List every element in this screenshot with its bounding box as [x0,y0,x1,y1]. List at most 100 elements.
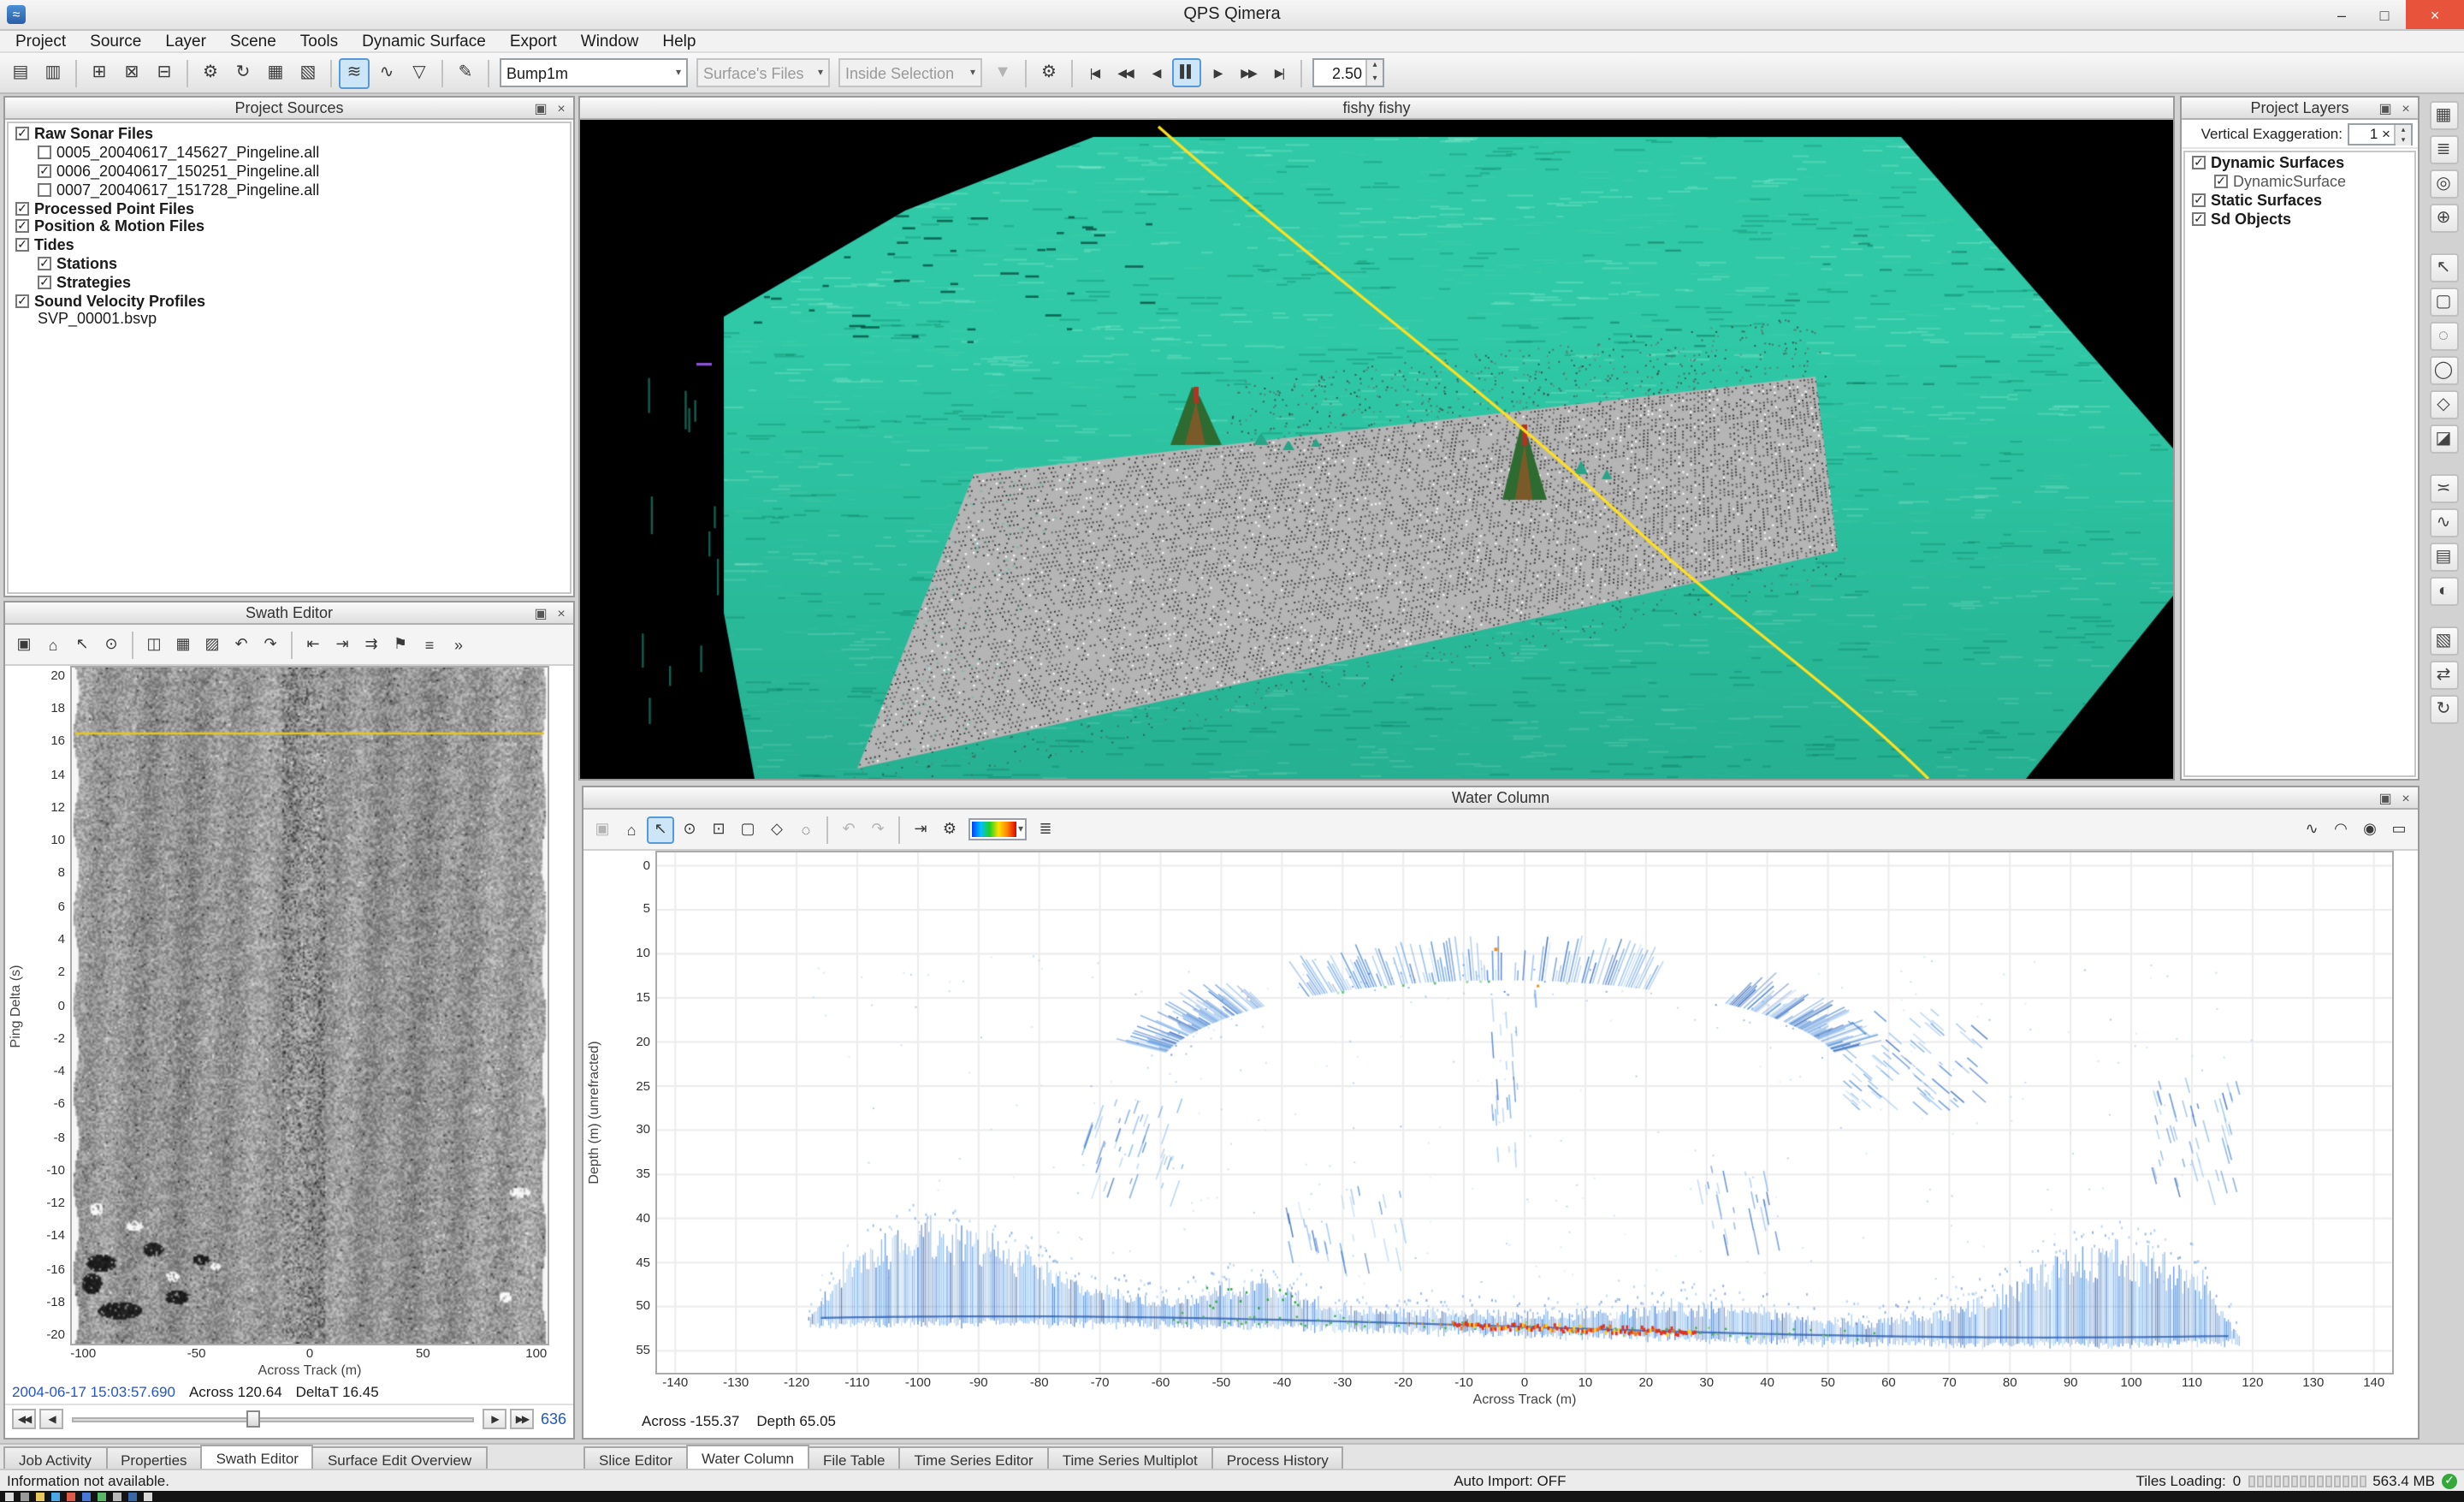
selection-mode-select[interactable]: Inside Selection▾ [838,58,982,87]
checked-checkbox[interactable]: ✓ [15,220,29,234]
tab-slice-editor[interactable]: Slice Editor [583,1446,688,1470]
maximize-button[interactable]: □ [2363,0,2406,29]
beam-step-icon[interactable]: ⇥ [907,816,934,843]
save-icon[interactable]: ▣ [589,816,616,843]
close-panel-icon[interactable]: × [2397,100,2414,116]
fan-display-icon[interactable]: ◠ [2327,816,2354,843]
tree-item-dynamic-surfaces[interactable]: ✓Dynamic Surfaces [2185,154,2414,173]
project-sources-header[interactable]: Project Sources ▣× [5,98,573,120]
previous-flagged-icon[interactable]: ⇤ [299,631,327,658]
player-settings-icon[interactable]: ⚙ [1034,57,1064,88]
project-layers-header[interactable]: Project Layers ▣× [2182,98,2418,120]
menu-item-dynamic-surface[interactable]: Dynamic Surface [350,32,498,50]
checked-checkbox[interactable]: ✓ [15,128,29,141]
play-button[interactable]: ▶ [1203,58,1232,87]
clear-selection-icon[interactable]: ◪ [2429,424,2458,454]
flag-ping-icon[interactable]: ⚑ [387,631,414,658]
save-icon[interactable]: ▣ [10,631,38,658]
swath-editor-toggle-icon[interactable]: ≋ [339,57,370,88]
start-button[interactable] [5,1493,14,1501]
home-view-icon[interactable]: ⌂ [618,816,645,843]
checked-checkbox[interactable]: ✓ [38,276,51,289]
checked-checkbox[interactable]: ✓ [2214,175,2228,188]
float-panel-icon[interactable]: ▣ [2377,100,2394,116]
zoom-icon[interactable]: ⊙ [676,816,703,843]
spin-down-icon[interactable]: ▾ [2396,134,2411,145]
internet-explorer-icon[interactable] [51,1493,60,1501]
tree-item-strategies[interactable]: ✓Strategies [9,273,570,292]
tab-process-history[interactable]: Process History [1211,1446,1344,1470]
spin-up-icon[interactable]: ▴ [1367,60,1383,73]
wc-settings-icon[interactable]: ⚙ [936,816,963,843]
grid-filter-icon[interactable]: ▨ [198,631,226,658]
zoom-extents-icon[interactable]: ⊕ [2429,204,2458,233]
processing-settings-icon[interactable]: ⚙ [195,57,226,88]
tab-properties[interactable]: Properties [105,1446,203,1470]
menu-item-scene[interactable]: Scene [218,32,288,50]
files-scope-select[interactable]: Surface's Files▾ [696,58,830,87]
tree-item-dynamicsurface[interactable]: ✓DynamicSurface [2185,173,2414,192]
tree-item-processed-point-files[interactable]: ✓Processed Point Files [9,199,570,217]
tree-item-svp-00001-bsvp[interactable]: SVP_00001.bsvp [9,310,570,329]
tree-item-tides[interactable]: ✓Tides [9,236,570,255]
stack-mode-icon[interactable]: ≣ [1032,816,1059,843]
checked-checkbox[interactable]: ✓ [2192,212,2206,226]
checked-checkbox[interactable]: ✓ [15,238,29,252]
more-tools-icon[interactable]: » [445,631,472,658]
scene-3d-header[interactable]: fishy fishy [580,98,2173,120]
import-project-icon[interactable]: ▥ [38,57,68,88]
tree-item-sd-objects[interactable]: ✓Sd Objects [2185,210,2414,229]
water-column-header[interactable]: Water Column ▣× [583,787,2418,810]
float-panel-icon[interactable]: ▣ [532,605,549,620]
shading-icon[interactable]: ◐ [2429,577,2458,606]
vertical-exaggeration-spin[interactable]: 1 × ▴▾ [2348,122,2413,145]
points-display-icon[interactable]: ∿ [2298,816,2325,843]
colormap-tool-icon[interactable]: ▤ [2429,543,2458,572]
tab-time-series-editor[interactable]: Time Series Editor [899,1446,1049,1470]
photos-app-icon[interactable] [98,1493,106,1501]
tree-item-0006-20040617-150251-pingeline-all[interactable]: ✓0006_20040617_150251_Pingeline.all [9,162,570,181]
tree-item-position-motion-files[interactable]: ✓Position & Motion Files [9,217,570,236]
undo-icon[interactable]: ↶ [835,816,862,843]
pause-button[interactable]: ▌▌ [1172,58,1201,87]
checked-checkbox[interactable]: ✓ [2192,157,2206,170]
pointer-icon[interactable]: ↖ [647,816,674,843]
slice-editor-toggle-icon[interactable]: ∿ [371,57,402,88]
measure-tool-icon[interactable]: ≍ [2429,474,2458,503]
select-circle-tool-icon[interactable]: ◯ [2429,356,2458,385]
edit-tool-icon[interactable]: ✎ [450,57,481,88]
tab-time-series-multiplot[interactable]: Time Series Multiplot [1047,1446,1213,1470]
undo-icon[interactable]: ↶ [228,631,255,658]
select-rectangle-icon[interactable]: ▢ [734,816,761,843]
go-to-end-button[interactable]: ▶| [1265,58,1294,87]
auto-advance-icon[interactable]: ⇉ [358,631,385,658]
surface-select[interactable]: Bump1m▾ [500,58,688,87]
swath-step-back-button[interactable]: ◀ [39,1409,63,1429]
next-flagged-icon[interactable]: ⇥ [329,631,356,658]
display-options-icon[interactable]: ≡ [416,631,443,658]
spin-down-icon[interactable]: ▾ [1367,73,1383,86]
tree-item-sound-velocity-profiles[interactable]: ✓Sound Velocity Profiles [9,291,570,310]
swap-views-icon[interactable]: ⇄ [2429,661,2458,690]
close-panel-icon[interactable]: × [553,605,570,620]
selection-filter-icon[interactable]: ▼ [987,57,1018,88]
menu-item-window[interactable]: Window [569,32,651,50]
checked-checkbox[interactable]: ✓ [38,164,51,178]
create-static-surface-icon[interactable]: ▧ [293,57,323,88]
tree-item-0007-20040617-151728-pingeline-all[interactable]: 0007_20040617_151728_Pingeline.all [9,181,570,199]
select-lasso-tool-icon[interactable]: ◌ [2429,322,2458,351]
unchecked-checkbox[interactable] [38,145,51,159]
visibility-icon[interactable]: ◉ [2356,816,2384,843]
layer-stack-icon[interactable]: ≣ [2429,135,2458,164]
swath-rewind-button[interactable]: ◀◀ [12,1409,36,1429]
menu-item-export[interactable]: Export [498,32,569,50]
settings-app-icon[interactable] [113,1493,121,1501]
menu-item-tools[interactable]: Tools [288,32,350,50]
pointer-icon[interactable]: ↖ [68,631,96,658]
search-icon[interactable] [21,1493,29,1501]
tab-swath-editor[interactable]: Swath Editor [201,1445,314,1470]
create-dynamic-surface-icon[interactable]: ▦ [260,57,291,88]
select-polygon-tool-icon[interactable]: ◇ [2429,390,2458,419]
step-back-button[interactable]: ◀ [1141,58,1170,87]
tree-item-static-surfaces[interactable]: ✓Static Surfaces [2185,191,2414,210]
